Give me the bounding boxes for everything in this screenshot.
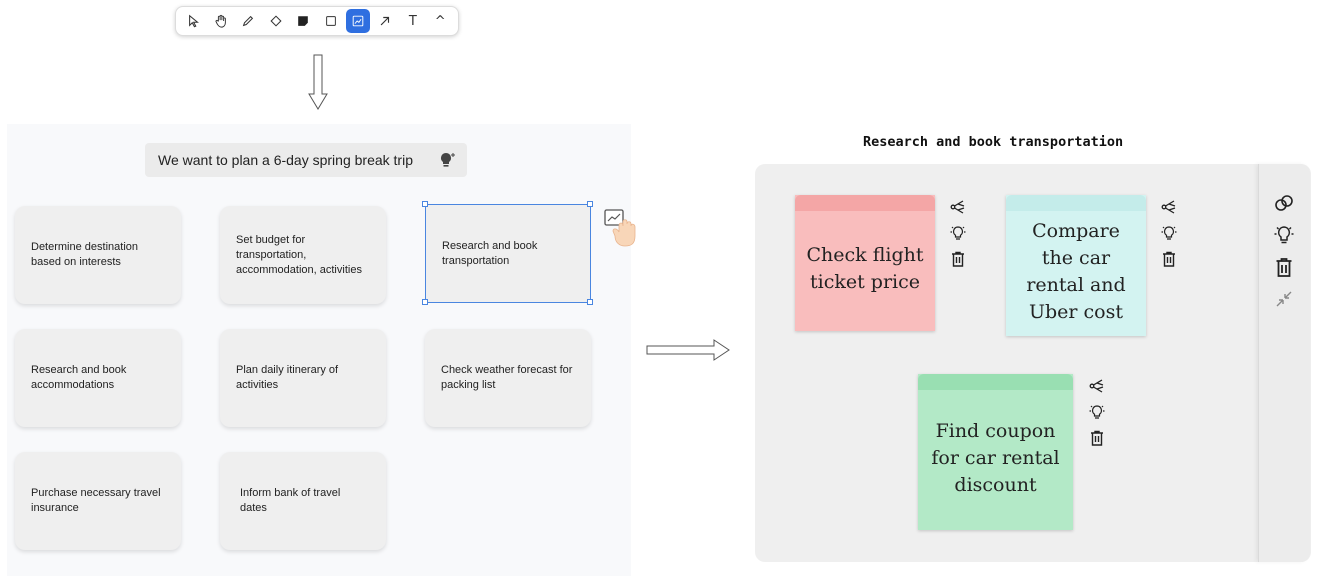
link-icon[interactable]	[1273, 192, 1295, 214]
shape-tool-button[interactable]	[319, 9, 343, 33]
collapse-icon[interactable]	[1273, 288, 1295, 310]
lightbulb-icon[interactable]	[1160, 224, 1178, 242]
cursor-icon	[188, 14, 199, 28]
selection-handle[interactable]	[587, 201, 593, 207]
eraser-tool-button[interactable]	[264, 9, 288, 33]
trash-icon[interactable]	[1088, 429, 1106, 447]
sticky-note-text: Check flight ticket price	[806, 244, 924, 293]
sticky-note-text: Find coupon for car rental discount	[931, 419, 1060, 496]
note-tools	[1087, 377, 1107, 447]
trash-icon[interactable]	[949, 250, 967, 268]
mind-map-canvas: We want to plan a 6-day spring break tri…	[7, 124, 636, 576]
hand-tool-button[interactable]	[209, 9, 233, 33]
board-title: Research and book transportation	[863, 134, 1124, 150]
sidebar-tools	[1270, 192, 1298, 310]
sticky-note-tool-button[interactable]	[291, 9, 315, 33]
task-card[interactable]: Research and book accommodations	[15, 329, 181, 427]
pen-tool-button[interactable]	[236, 9, 260, 33]
sticky-note-icon	[298, 16, 309, 26]
trash-icon[interactable]	[1273, 256, 1295, 278]
task-card[interactable]: Determine destination based on interests	[15, 206, 181, 304]
lightbulb-icon[interactable]	[1088, 403, 1106, 421]
sticky-note-text: Compare the car rental and Uber cost	[1026, 219, 1126, 323]
task-card-selected[interactable]: Research and book transportation	[425, 204, 591, 303]
toolbar: T ^	[175, 6, 459, 36]
lightbulb-icon[interactable]	[949, 224, 967, 242]
ai-expand-cursor-icon[interactable]	[603, 206, 643, 254]
task-card[interactable]: Plan daily itinerary of activities	[220, 329, 386, 427]
lightbulb-sparkle-icon[interactable]	[439, 151, 457, 169]
task-card[interactable]: Check weather forecast for packing list	[425, 329, 591, 427]
prompt-box[interactable]: We want to plan a 6-day spring break tri…	[145, 143, 467, 177]
hand-icon	[215, 14, 226, 28]
sticky-note-tab	[1006, 195, 1146, 211]
task-card[interactable]: Purchase necessary travel insurance	[15, 452, 181, 550]
ai-chart-tool-button[interactable]	[346, 9, 371, 33]
pen-icon	[243, 15, 254, 27]
task-card[interactable]: Inform bank of travel dates	[220, 452, 386, 550]
sticky-note-tab	[795, 195, 935, 211]
square-icon	[325, 16, 336, 26]
text-tool-button[interactable]: T	[401, 9, 425, 33]
selection-handle[interactable]	[587, 299, 593, 305]
sticky-note-tab	[918, 374, 1073, 390]
sticky-note[interactable]: Check flight ticket price	[795, 195, 935, 331]
flow-arrow-down-icon	[308, 54, 328, 110]
lightbulb-icon[interactable]	[1273, 224, 1295, 246]
sticky-note[interactable]: Find coupon for car rental discount	[918, 374, 1073, 530]
note-tools	[948, 198, 968, 268]
share-icon[interactable]	[1160, 198, 1178, 216]
flow-arrow-right-icon	[646, 339, 730, 361]
eraser-icon	[270, 15, 282, 27]
sticky-note[interactable]: Compare the car rental and Uber cost	[1006, 195, 1146, 336]
share-icon[interactable]	[1088, 377, 1106, 395]
arrow-icon	[381, 16, 390, 26]
task-card[interactable]: Set budget for transportation, accommoda…	[220, 206, 386, 304]
selection-handle[interactable]	[422, 299, 428, 305]
selection-handle[interactable]	[422, 201, 428, 207]
chart-frame-icon	[352, 15, 364, 27]
select-tool-button[interactable]	[182, 9, 206, 33]
note-tools	[1159, 198, 1179, 268]
arrow-tool-button[interactable]	[373, 9, 397, 33]
prompt-text: We want to plan a 6-day spring break tri…	[158, 152, 413, 168]
toolbar-collapse-button[interactable]: ^	[428, 9, 452, 33]
trash-icon[interactable]	[1160, 250, 1178, 268]
share-icon[interactable]	[949, 198, 967, 216]
